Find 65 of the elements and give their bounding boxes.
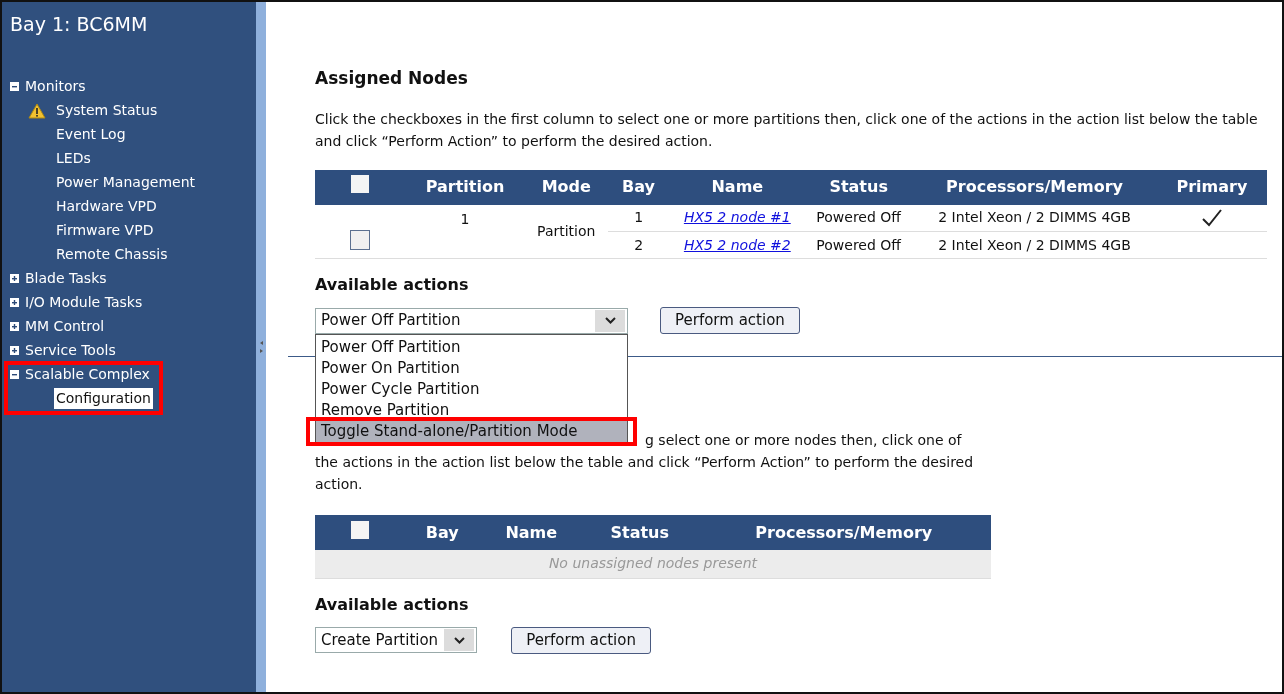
description: Click the checkboxes in the first column to select one or more partitions then, click one of the actions in the action list below the table and click “Perform Action” to perform the desired action.	[315, 109, 1259, 151]
caret-icon	[604, 317, 616, 324]
column-header: Name	[669, 169, 805, 205]
perform-action-button[interactable]: Perform action	[511, 626, 651, 654]
sidebar-group[interactable]: Scalable Complex	[25, 364, 150, 385]
column-header: Status	[582, 515, 697, 550]
dropdown-option[interactable]: Power Cycle Partition	[316, 378, 627, 400]
table-cell: Powered Off	[816, 236, 901, 253]
sidebar-group[interactable]: MM Control	[25, 316, 105, 337]
column-header: Bay	[607, 169, 670, 205]
dropdown[interactable]: Power Off Partition	[315, 307, 628, 334]
column-header: Name	[479, 515, 583, 550]
expand-icon[interactable]	[10, 298, 19, 307]
column-header: Processors/Memory	[912, 169, 1157, 205]
column-header: Processors/Memory	[696, 515, 991, 550]
dropdown-option[interactable]: Power On Partition	[316, 357, 627, 379]
section-heading: Assigned Nodes	[315, 67, 469, 90]
node-link[interactable]: HX5 2 node #1	[683, 209, 791, 226]
caret-icon	[453, 636, 465, 644]
perform-action-button[interactable]: Perform action	[660, 307, 800, 334]
dropdown-option[interactable]: Power Off Partition	[316, 336, 627, 358]
column-header: Partition	[405, 169, 525, 205]
description-line: the actions in the action list below the table and click “Perform Action” to perform the desired action.	[315, 453, 975, 494]
description-line: g select one or more nodes then, click one of	[645, 431, 962, 450]
table-cell: 2 Intel Xeon / 2 DIMMS 4GB	[938, 209, 1131, 226]
column-header: Primary	[1156, 169, 1267, 205]
expand-icon[interactable]	[10, 346, 19, 355]
sidebar-title: Bay 1: BC6MM	[10, 12, 149, 37]
warning-icon	[28, 102, 46, 119]
expand-icon[interactable]	[10, 274, 19, 283]
sidebar-group[interactable]: I/O Module Tasks	[25, 292, 143, 313]
sidebar-item[interactable]: Firmware VPD	[56, 220, 154, 241]
sidebar-item[interactable]: Event Log	[56, 124, 126, 145]
column-header: Status	[805, 169, 913, 205]
dropdown[interactable]: Create Partition	[315, 627, 478, 653]
sidebar-item[interactable]: Power Management	[56, 172, 195, 193]
collapse-icon[interactable]	[10, 82, 19, 91]
table-cell: Partition	[537, 222, 596, 239]
checkbox[interactable]	[351, 175, 369, 193]
sidebar-item[interactable]: System Status	[56, 100, 158, 121]
column-header: Mode	[524, 169, 608, 205]
checkbox[interactable]	[351, 520, 369, 539]
dropdown-option[interactable]: Toggle Stand-alone/Partition Mode	[316, 420, 627, 442]
table-cell: 1	[634, 209, 644, 226]
sidebar-item[interactable]: Hardware VPD	[56, 196, 157, 217]
section-label: Available actions	[315, 593, 470, 616]
table-cell: Powered Off	[816, 209, 901, 226]
sidebar-group[interactable]: Monitors	[25, 76, 86, 97]
dropdown-option[interactable]: Remove Partition	[316, 399, 627, 421]
table-cell: 1	[460, 210, 470, 227]
collapse-arrow-icon[interactable]	[258, 340, 264, 354]
empty-message: No unassigned nodes present	[548, 555, 758, 572]
sidebar-item[interactable]: Remote Chassis	[56, 244, 168, 265]
expand-icon[interactable]	[10, 322, 19, 331]
sidebar-group[interactable]: Blade Tasks	[25, 268, 107, 289]
column-header: Bay	[405, 515, 480, 550]
sidebar-group[interactable]: Service Tools	[25, 340, 116, 361]
sidebar-item[interactable]: Configuration	[54, 388, 153, 409]
table-cell: 2 Intel Xeon / 2 DIMMS 4GB	[938, 236, 1131, 253]
section-label: Available actions	[315, 274, 470, 296]
sidebar-item[interactable]: LEDs	[56, 148, 91, 169]
node-link[interactable]: HX5 2 node #2	[683, 236, 791, 253]
collapse-icon[interactable]	[10, 370, 19, 379]
table-cell: 2	[634, 236, 644, 253]
checkbox[interactable]	[350, 230, 370, 250]
